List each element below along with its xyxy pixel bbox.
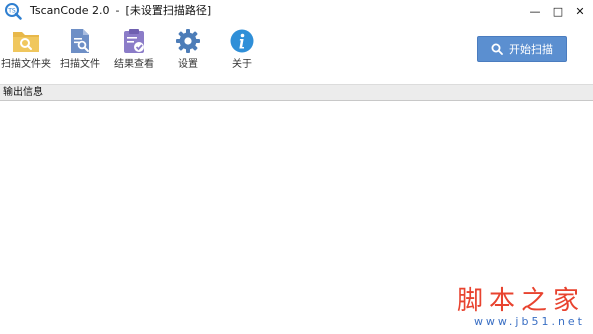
view-results-label: 结果查看	[114, 59, 154, 70]
gear-icon	[176, 29, 200, 53]
title-bar: TS TscanCode 2.0- [未设置扫描路径] — □ ✕	[0, 0, 593, 22]
scan-folder-button[interactable]: 扫描文件夹	[0, 26, 54, 78]
settings-button[interactable]: 设置	[160, 26, 216, 78]
info-icon	[230, 29, 254, 53]
scan-file-button[interactable]: 扫描文件	[52, 26, 108, 78]
start-scan-button[interactable]: 开始扫描	[477, 36, 567, 62]
close-button[interactable]: ✕	[566, 0, 593, 22]
about-button[interactable]: 关于	[214, 26, 270, 78]
app-logo-icon: TS	[5, 3, 22, 20]
output-panel-header: 输出信息	[0, 84, 593, 101]
scan-folder-label: 扫描文件夹	[1, 59, 51, 70]
about-label: 关于	[232, 59, 252, 70]
watermark: 脚本之家 www.jb51.net	[457, 286, 585, 328]
search-icon	[491, 43, 503, 55]
scan-path-status: [未设置扫描路径]	[125, 4, 212, 17]
watermark-text: 脚本之家	[456, 286, 585, 316]
file-search-icon	[71, 29, 89, 53]
start-scan-label: 开始扫描	[509, 43, 553, 56]
folder-search-icon	[13, 32, 39, 52]
clipboard-check-icon	[124, 29, 144, 53]
svg-text:TS: TS	[7, 8, 16, 15]
watermark-url: www.jb51.net	[473, 315, 585, 328]
window-title: TscanCode 2.0- [未设置扫描路径]	[30, 4, 211, 18]
title-separator: -	[115, 4, 120, 17]
view-results-button[interactable]: 结果查看	[106, 26, 162, 78]
output-text-area[interactable]: 脚本之家 www.jb51.net	[0, 101, 593, 334]
output-header-label: 输出信息	[3, 87, 43, 98]
settings-label: 设置	[178, 59, 198, 70]
app-name: TscanCode 2.0	[30, 4, 110, 17]
scan-file-label: 扫描文件	[60, 59, 100, 70]
